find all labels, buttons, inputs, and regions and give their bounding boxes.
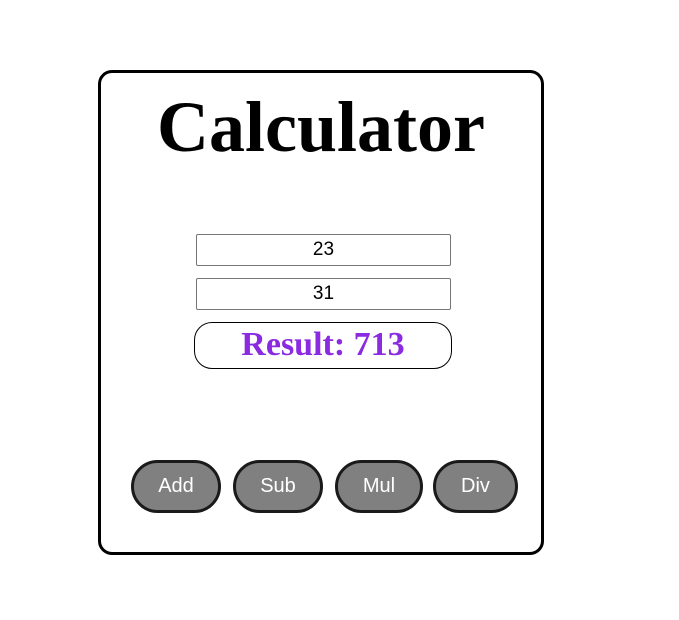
subtract-button[interactable]: Sub xyxy=(233,460,323,513)
operation-button-row: Add Sub Mul Div xyxy=(131,460,521,513)
first-number-input[interactable] xyxy=(196,234,451,266)
multiply-button[interactable]: Mul xyxy=(335,460,423,513)
divide-button[interactable]: Div xyxy=(433,460,518,513)
calculator-card: Calculator Result: 713 Add Sub Mul Div xyxy=(98,70,544,555)
add-button[interactable]: Add xyxy=(131,460,221,513)
page-title: Calculator xyxy=(157,87,485,167)
result-display: Result: 713 xyxy=(194,322,452,369)
second-number-input[interactable] xyxy=(196,278,451,310)
